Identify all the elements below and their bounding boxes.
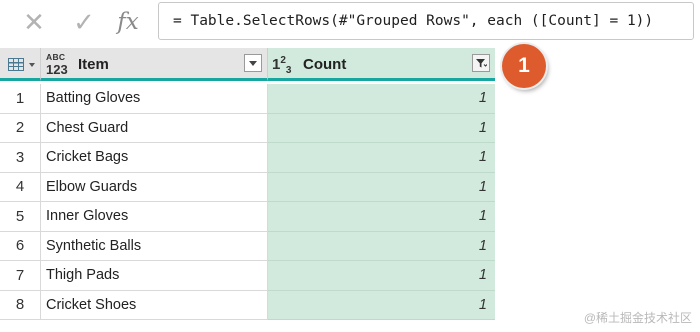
cell-count[interactable]: 1 [268,143,495,173]
chevron-down-icon [29,63,35,67]
table-row[interactable]: 8 Cricket Shoes 1 [0,290,496,320]
filter-icon [476,59,487,68]
row-number[interactable]: 5 [0,202,41,232]
row-number[interactable]: 3 [0,143,41,173]
row-number[interactable]: 6 [0,231,41,261]
cell-count[interactable]: 1 [268,84,495,114]
table-row[interactable]: 4 Elbow Guards 1 [0,172,496,202]
table-corner-menu[interactable] [0,48,41,81]
cell-item[interactable]: Chest Guard [41,113,268,143]
column-filter-dropdown[interactable] [244,54,262,72]
watermark: @稀土掘金技术社区 [583,311,692,325]
x-icon[interactable]: ✕ [12,4,56,40]
cell-item[interactable]: Cricket Bags [41,143,268,173]
row-number[interactable]: 1 [0,84,41,114]
cell-item[interactable]: Thigh Pads [41,261,268,291]
step-callout-badge: 1 [502,44,546,88]
row-number[interactable]: 4 [0,172,41,202]
any-type-icon[interactable]: ABC 123 [46,53,72,76]
table-row[interactable]: 2 Chest Guard 1 [0,113,496,143]
cell-item[interactable]: Cricket Shoes [41,290,268,320]
chevron-down-icon [249,60,257,66]
table-icon [8,58,24,71]
cell-item[interactable]: Elbow Guards [41,172,268,202]
table-row[interactable]: 1 Batting Gloves 1 [0,84,496,114]
whole-number-type-icon[interactable]: 123 [272,55,291,76]
column-label-count: Count [303,56,347,73]
table-row[interactable]: 3 Cricket Bags 1 [0,143,496,173]
fx-icon[interactable]: fx [106,4,150,40]
cell-count[interactable]: 1 [268,231,495,261]
row-number[interactable]: 8 [0,290,41,320]
cell-count[interactable]: 1 [268,290,495,320]
formula-bar: ✕ ✓ fx = Table.SelectRows(#"Grouped Rows… [0,0,700,44]
table-row[interactable]: 6 Synthetic Balls 1 [0,231,496,261]
column-header-item[interactable]: ABC 123 Item [41,48,268,81]
cell-count[interactable]: 1 [268,113,495,143]
cell-count[interactable]: 1 [268,172,495,202]
table-row[interactable]: 7 Thigh Pads 1 [0,261,496,291]
formula-input[interactable]: = Table.SelectRows(#"Grouped Rows", each… [158,2,694,40]
row-number[interactable]: 7 [0,261,41,291]
filter-applied-dropdown[interactable] [472,54,490,72]
table-row[interactable]: 5 Inner Gloves 1 [0,202,496,232]
cell-item[interactable]: Inner Gloves [41,202,268,232]
cell-item[interactable]: Batting Gloves [41,84,268,114]
cell-count[interactable]: 1 [268,261,495,291]
cell-count[interactable]: 1 [268,202,495,232]
row-number[interactable]: 2 [0,113,41,143]
check-icon[interactable]: ✓ [62,4,106,40]
column-header-count[interactable]: 123 Count [268,48,495,81]
column-label-item: Item [78,56,109,73]
cell-item[interactable]: Synthetic Balls [41,231,268,261]
